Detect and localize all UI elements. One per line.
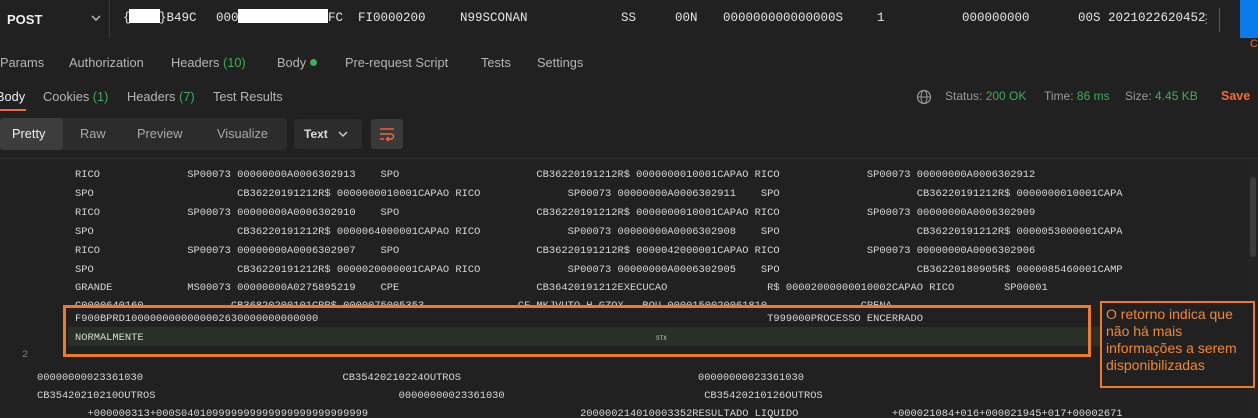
tab-headers[interactable]: Headers (10) <box>171 55 246 70</box>
tab-authorization[interactable]: Authorization <box>69 55 144 70</box>
url-segment: }B49C <box>159 11 197 25</box>
method-label: POST <box>7 11 43 27</box>
url-segment: FI0000200 <box>358 11 426 25</box>
size-readout: Size: 4.45 KB <box>1125 89 1198 103</box>
url-separator <box>1219 8 1220 32</box>
tab-params[interactable]: Params <box>0 55 44 70</box>
request-tabs: Params Authorization Headers (10) Body P… <box>0 48 1258 78</box>
tab-prerequest-script[interactable]: Pre-request Script <box>345 55 448 70</box>
view-mode-segmented: Pretty Raw Preview Visualize <box>0 118 287 150</box>
tab-headers-label: Headers <box>171 55 220 70</box>
tab-response-body[interactable]: Body <box>0 89 25 104</box>
redacted-block <box>129 9 160 23</box>
code-line: 00000000023361030 CB35420210224OUTROS 00… <box>37 372 804 384</box>
status-label: Status: <box>945 89 983 103</box>
view-visualize[interactable]: Visualize <box>217 126 268 141</box>
code-line: RICO SP00073 00000000A0006302907 SPO CB3… <box>75 245 1036 257</box>
url-segment: 000000000 <box>962 11 1030 25</box>
chevron-down-icon <box>338 131 348 137</box>
tab-response-headers-count: (7) <box>178 89 195 104</box>
scrollbar-thumb[interactable] <box>1250 177 1256 257</box>
annotation-note: O retorno indica que não há mais informa… <box>1100 301 1255 388</box>
response-body-code[interactable]: RICO SP00073 00000000A0006302913 SPO CB3… <box>0 159 1258 418</box>
format-label: Text <box>304 127 328 141</box>
annotation-highlight-box <box>63 305 1091 357</box>
tab-body[interactable]: Body <box>277 55 318 70</box>
method-select[interactable]: POST <box>0 0 110 38</box>
tab-headers-count: (10) <box>222 55 246 70</box>
status-readout: Status: 200 OK <box>945 89 1026 103</box>
size-label: Size: <box>1125 89 1152 103</box>
url-segment: 1 <box>877 11 885 25</box>
view-toolbar: Pretty Raw Preview Visualize Text <box>0 118 1258 152</box>
url-segment: 00N <box>675 11 698 25</box>
code-line: RICO SP00073 00000000A0006302913 SPO CB3… <box>75 169 1036 181</box>
url-segment: SS <box>621 11 637 25</box>
size-value: 4.45 KB <box>1155 89 1198 103</box>
view-pretty[interactable]: Pretty <box>12 126 45 141</box>
url-segment: 00S 2021022620452 <box>1078 11 1206 25</box>
code-line: RICO SP00073 00000000A0006302910 SPO CB3… <box>75 207 1036 219</box>
url-segment: FC <box>328 11 344 25</box>
url-segment: N99SCONAN <box>460 11 528 25</box>
code-line: GRANDE MS00073 00000000A0275895219 CPE C… <box>75 282 1048 294</box>
url-overflow: ⋮ <box>1200 13 1213 27</box>
time-readout: Time: 86 ms <box>1044 89 1110 103</box>
time-label: Time: <box>1044 89 1074 103</box>
tab-cookies-label: Cookies <box>43 89 90 104</box>
send-button[interactable] <box>1240 0 1258 38</box>
view-raw[interactable]: Raw <box>80 126 106 141</box>
request-bar: POST { }B49C 000 FC FI0000200 N99SCONAN … <box>0 0 1258 40</box>
url-input[interactable]: { }B49C 000 FC FI0000200 N99SCONAN SS 00… <box>110 0 1220 38</box>
redacted-block <box>238 9 328 23</box>
wrap-lines-button[interactable] <box>371 119 403 149</box>
code-line: +000000313+000S0401099999999999999999999… <box>75 408 1123 418</box>
view-preview[interactable]: Preview <box>137 126 183 141</box>
wrap-lines-icon <box>380 128 395 142</box>
time-value: 86 ms <box>1076 89 1110 103</box>
url-segment: 000 <box>216 11 239 25</box>
code-line: SPO CB36220191212R$ 0000000010001CAPAO R… <box>75 188 1123 200</box>
status-value: 200 OK <box>985 89 1027 103</box>
tab-test-results[interactable]: Test Results <box>213 89 283 104</box>
tab-cookies[interactable]: Cookies (1) <box>43 89 108 104</box>
right-edge-char: C <box>1250 38 1258 50</box>
save-response-button[interactable]: Save <box>1221 89 1250 103</box>
tab-cookies-count: (1) <box>92 89 109 104</box>
status-dot-icon <box>310 59 318 66</box>
code-line: SPO CB36220191212R$ 0000064000001CAPAO R… <box>75 226 1123 238</box>
tab-response-headers-label: Headers <box>127 89 176 104</box>
code-line: SPO CB36220191212R$ 0000020000001CAPAO R… <box>75 264 1123 276</box>
globe-icon[interactable] <box>916 89 932 105</box>
response-tabs: Body Cookies (1) Headers (7) Test Result… <box>0 82 1258 112</box>
active-tab-indicator <box>0 109 26 111</box>
tab-body-label: Body <box>277 55 307 70</box>
line-number: 2 <box>22 349 29 361</box>
tab-tests[interactable]: Tests <box>481 55 511 70</box>
chevron-down-icon <box>91 15 101 22</box>
code-line: CB35420210210OUTROS 00000000023361030 CB… <box>37 390 823 402</box>
format-select[interactable]: Text <box>294 119 362 149</box>
tab-response-headers[interactable]: Headers (7) <box>127 89 195 104</box>
tab-settings[interactable]: Settings <box>537 55 583 70</box>
url-segment: 000000000000000S <box>723 11 844 25</box>
